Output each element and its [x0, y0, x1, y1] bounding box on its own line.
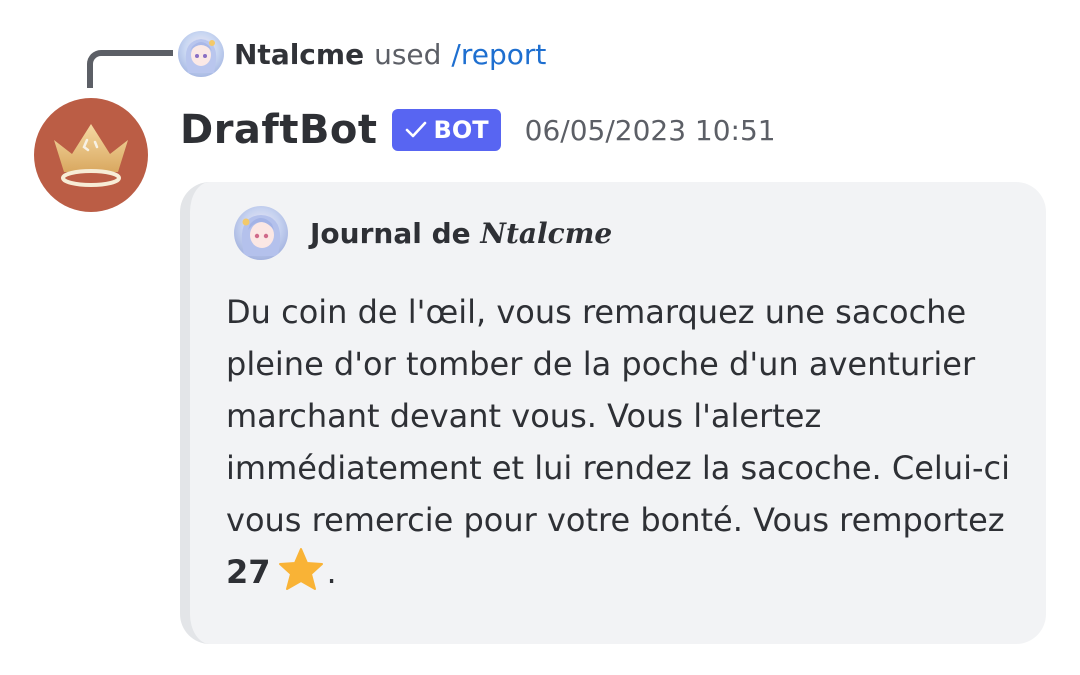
reply-context[interactable]: Ntalcme used /report	[178, 30, 546, 78]
reward-value: 27	[226, 553, 271, 591]
bot-avatar[interactable]	[34, 98, 148, 212]
embed-title-prefix: Journal de	[310, 216, 471, 250]
message-header: DraftBot BOT 06/05/2023 10:51	[180, 104, 776, 156]
checkmark-icon	[405, 121, 426, 138]
reply-connector	[87, 50, 173, 88]
embed-title: Journal de Ntalcme	[310, 217, 612, 250]
reply-used-text: used	[374, 37, 442, 71]
message-timestamp[interactable]: 06/05/2023 10:51	[525, 114, 776, 147]
reply-username[interactable]: Ntalcme	[234, 38, 364, 71]
crown-icon	[54, 124, 128, 187]
embed-title-name: Ntalcme	[480, 216, 613, 250]
embed-author-avatar	[234, 206, 288, 260]
embed-card: Journal de Ntalcme Du coin de l'œil, vou…	[180, 182, 1046, 644]
slash-command-link[interactable]: /report	[451, 38, 546, 71]
reward-suffix: .	[326, 553, 337, 591]
embed-author: Journal de Ntalcme	[234, 204, 612, 262]
bot-tag-label: BOT	[433, 116, 489, 144]
embed-description: Du coin de l'œil, vous remarquez une sac…	[226, 286, 1026, 598]
anime-avatar-icon	[241, 215, 281, 256]
verified-bot-badge: BOT	[391, 109, 501, 151]
bot-username[interactable]: DraftBot	[180, 107, 378, 153]
user-avatar[interactable]	[178, 31, 224, 77]
discord-message: Ntalcme used /report DraftBot BOT 06/05/…	[0, 0, 1080, 675]
embed-description-text: Du coin de l'œil, vous remarquez une sac…	[226, 293, 1011, 539]
star-icon	[278, 548, 323, 590]
anime-avatar-icon	[185, 39, 217, 73]
